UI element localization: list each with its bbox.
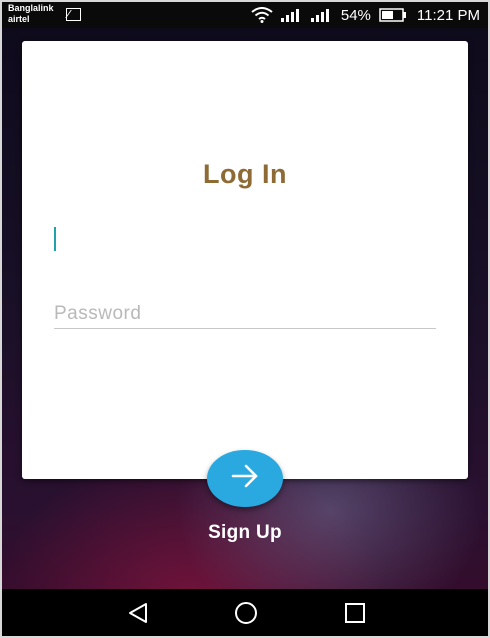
status-bar: Banglalink airtel 54% 11:21 PM	[2, 2, 488, 28]
arrow-right-icon	[230, 464, 260, 493]
submit-button[interactable]	[207, 450, 283, 507]
signal-icon	[280, 8, 303, 22]
app-screen: Banglalink airtel 54% 11:21 PM Log In Si…	[0, 0, 490, 638]
clock: 11:21 PM	[416, 6, 480, 24]
gallery-icon	[66, 8, 81, 21]
home-icon[interactable]	[234, 601, 258, 625]
recents-icon[interactable]	[343, 601, 367, 625]
wifi-icon	[251, 7, 273, 23]
carrier-primary: Banglalink	[8, 3, 54, 13]
back-icon[interactable]	[126, 601, 150, 625]
sign-up-link[interactable]: Sign Up	[0, 522, 490, 544]
password-input[interactable]	[54, 299, 436, 329]
battery-percent: 54%	[340, 6, 371, 24]
carrier-names: Banglalink airtel	[8, 3, 54, 25]
signal-icon	[310, 8, 333, 22]
navigation-bar	[2, 589, 488, 636]
status-indicators: 54% 11:21 PM	[251, 6, 480, 24]
username-input[interactable]	[54, 223, 436, 257]
login-card: Log In	[22, 41, 468, 479]
battery-icon	[379, 8, 407, 22]
carrier-secondary: airtel	[8, 14, 30, 24]
page-title: Log In	[203, 159, 287, 189]
